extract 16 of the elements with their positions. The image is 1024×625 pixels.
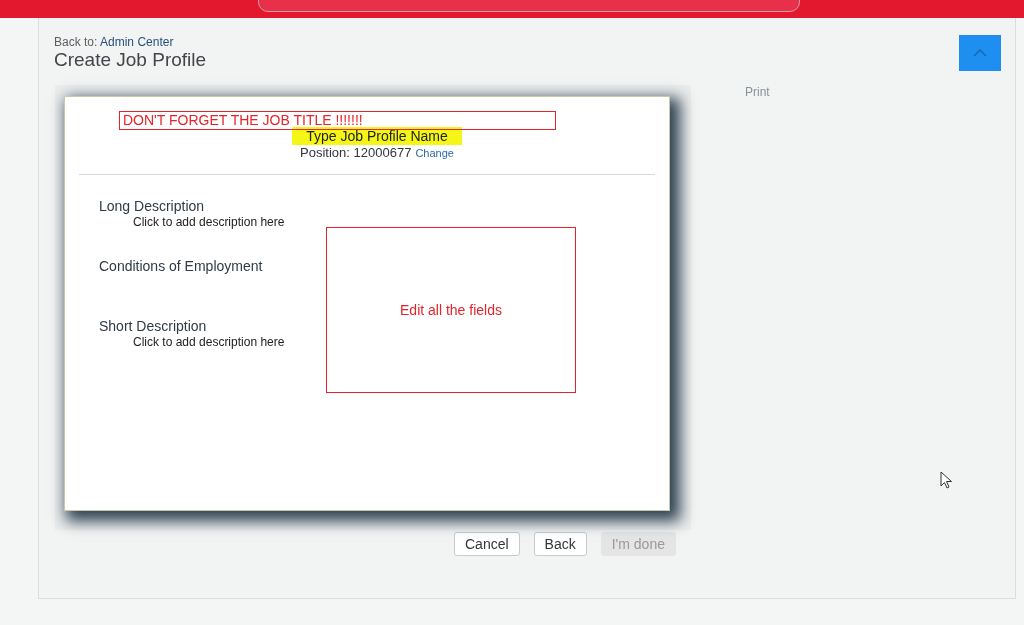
action-button[interactable]: Back (533, 532, 587, 556)
annotation-box: DON'T FORGET THE JOB TITLE !!!!!!! (119, 111, 556, 130)
scroll-up-button[interactable] (959, 35, 1001, 71)
action-button[interactable]: Cancel (454, 532, 520, 556)
breadcrumb: Back to: Admin Center (54, 35, 175, 49)
mouse-pointer-icon (940, 471, 953, 490)
section-title: Long Description (99, 197, 206, 215)
admin-center-link[interactable]: Admin Center (100, 35, 174, 49)
change-link[interactable]: Change (415, 147, 454, 159)
chevron-up-icon (973, 49, 987, 57)
section-title: Conditions of Employment (99, 257, 264, 275)
position-line: Position: 12000677 Change (300, 145, 454, 160)
page-title: Create Job Profile (54, 49, 207, 71)
note-box: Edit all the fields (326, 227, 576, 393)
section-title: Short Description (99, 317, 208, 335)
add-description-prompt[interactable]: Click to add description here (133, 215, 669, 229)
